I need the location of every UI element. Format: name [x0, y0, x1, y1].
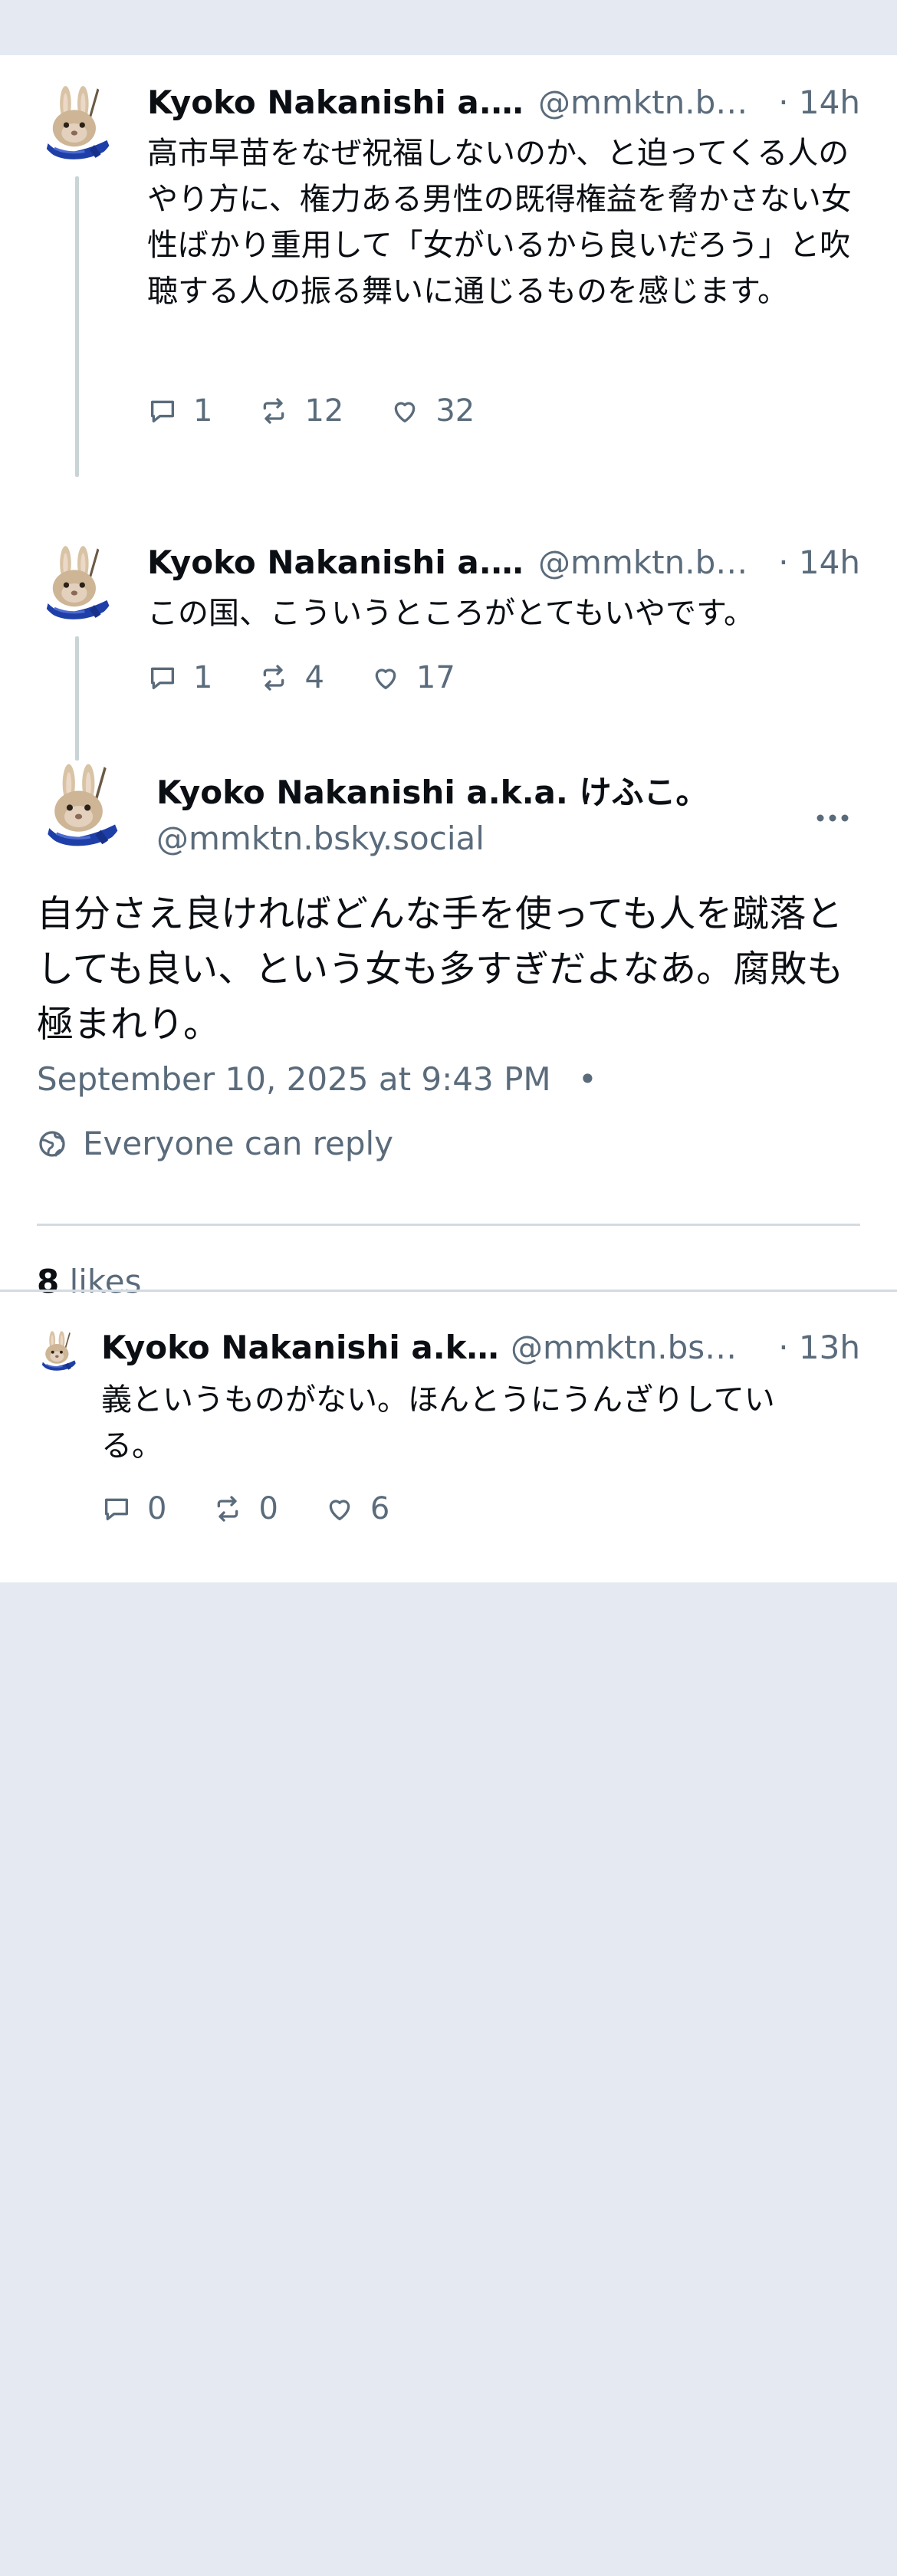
ellipsis-icon	[816, 814, 849, 822]
author-handle[interactable]: @mmktn.bsky.social	[156, 817, 485, 860]
post-text: この国、こういうところがとてもいやです。	[147, 596, 754, 631]
repost-button[interactable]: 4	[258, 660, 324, 695]
post-time[interactable]: · 13h	[778, 1326, 860, 1369]
reply-count: 1	[193, 393, 213, 429]
author-name[interactable]: Kyoko Nakanishi a.k.a. けふこ。	[147, 81, 527, 124]
reply-button[interactable]: 0	[101, 1491, 166, 1526]
author-handle[interactable]: @mmktn.bsky.social	[538, 81, 761, 124]
avatar[interactable]	[37, 761, 126, 849]
like-count: 6	[370, 1491, 390, 1526]
post-actions: 0 0 6	[101, 1486, 435, 1532]
post-actions: 1 4 17	[147, 655, 501, 701]
like-button[interactable]: 6	[324, 1491, 389, 1526]
reply-post[interactable]: Kyoko Nakanishi a.k.a. けふこ。 @mmktn.bsky.…	[0, 1291, 897, 1582]
repost-button[interactable]: 12	[258, 393, 343, 429]
like-button[interactable]: 17	[370, 660, 455, 695]
globe-icon	[37, 1129, 67, 1159]
post-actions: 1 12 32	[147, 388, 521, 434]
main-post: Kyoko Nakanishi a.k.a. けふこ。 @mmktn.bsky.…	[0, 722, 897, 1351]
post-time[interactable]: · 14h	[778, 81, 860, 124]
main-post-text: 自分さえ良ければどんな手を使っても人を蹴落としても良い、という女も多すぎだよなあ…	[37, 892, 844, 1046]
post-time[interactable]: · 14h	[778, 541, 860, 584]
like-count: 32	[435, 393, 475, 429]
more-options-button[interactable]	[806, 799, 859, 837]
heart-icon	[324, 1493, 355, 1524]
repost-arrows-icon	[212, 1493, 243, 1524]
thread-card: Kyoko Nakanishi a.k.a. けふこ。 @mmktn.bsky.…	[0, 55, 897, 1582]
repost-arrows-icon	[258, 396, 289, 426]
speech-bubble-icon	[101, 1493, 132, 1524]
rabbit-avatar-image	[37, 1329, 80, 1372]
thread-connector-line	[75, 176, 79, 477]
like-count: 17	[416, 660, 455, 695]
post-header: Kyoko Nakanishi a.k.a. けふこ。 @mmktn.bsky.…	[147, 541, 761, 584]
reply-setting-label: Everyone can reply	[83, 1125, 394, 1162]
date-separator: •	[578, 1060, 597, 1098]
repost-count: 12	[304, 393, 344, 429]
reply-count: 0	[147, 1491, 167, 1526]
speech-bubble-icon	[147, 662, 178, 693]
reply-button[interactable]: 1	[147, 660, 212, 695]
repost-count: 4	[304, 660, 324, 695]
repost-arrows-icon	[258, 662, 289, 693]
post-header: Kyoko Nakanishi a.k.a. けふこ。 @mmktn.bsky.…	[147, 81, 761, 124]
author-name[interactable]: Kyoko Nakanishi a.k.a. けふこ。	[156, 771, 708, 814]
avatar[interactable]	[37, 1329, 80, 1372]
like-button[interactable]: 32	[389, 393, 475, 429]
heart-icon	[389, 396, 420, 426]
thread-post-1[interactable]: Kyoko Nakanishi a.k.a. けふこ。 @mmktn.bsky.…	[0, 55, 897, 477]
post-header: Kyoko Nakanishi a.k.a. けふこ。 @mmktn.bsky.…	[101, 1326, 761, 1369]
avatar[interactable]	[37, 543, 117, 623]
author-name[interactable]: Kyoko Nakanishi a.k.a. けふこ。	[147, 541, 527, 584]
reply-setting[interactable]: Everyone can reply	[37, 1122, 393, 1165]
author-handle[interactable]: @mmktn.bsky.social	[511, 1326, 741, 1369]
speech-bubble-icon	[147, 396, 178, 426]
thread-post-2[interactable]: Kyoko Nakanishi a.k.a. けふこ。 @mmktn.bsky.…	[0, 477, 897, 761]
reply-button[interactable]: 1	[147, 393, 212, 429]
divider	[37, 1224, 860, 1226]
reply-count: 1	[193, 660, 213, 695]
rabbit-avatar-image	[37, 83, 117, 163]
avatar[interactable]	[37, 83, 117, 163]
post-text: 高市早苗をなぜ祝福しないのか、と迫ってくる人のやり方に、権力ある男性の既得権益を…	[147, 136, 852, 309]
repost-button[interactable]: 0	[212, 1491, 278, 1526]
post-text: 義というものがない。ほんとうにうんざりしている。	[101, 1382, 775, 1464]
rabbit-avatar-image	[37, 543, 117, 623]
author-name[interactable]: Kyoko Nakanishi a.k.a. けふこ。	[101, 1326, 500, 1369]
rabbit-avatar-image	[37, 761, 126, 849]
repost-count: 0	[258, 1491, 278, 1526]
heart-icon	[370, 662, 401, 693]
author-handle[interactable]: @mmktn.bsky.social	[538, 541, 761, 584]
post-date: September 10, 2025 at 9:43 PM •	[37, 1058, 597, 1101]
post-timestamp[interactable]: September 10, 2025 at 9:43 PM	[37, 1060, 551, 1098]
